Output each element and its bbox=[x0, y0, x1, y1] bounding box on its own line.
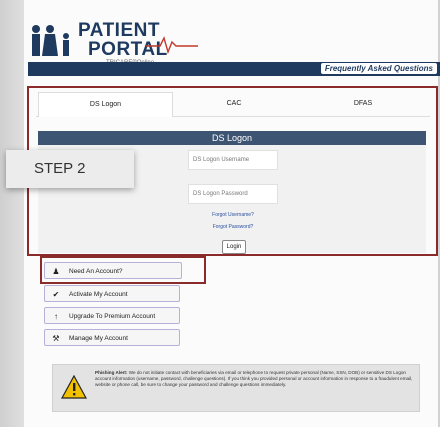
manage-account-button[interactable]: ⚒ Manage My Account bbox=[44, 329, 180, 346]
upgrade-account-button[interactable]: ↑ Upgrade To Premium Account bbox=[44, 307, 180, 324]
portal-page: PATIENT PORTAL TRICARE®Online Frequently… bbox=[6, 0, 440, 427]
step-callout: STEP 2 bbox=[6, 150, 134, 188]
header-bar: Frequently Asked Questions bbox=[28, 62, 440, 76]
phishing-alert: Phishing Alert: We do not initiate conta… bbox=[52, 364, 420, 412]
activate-account-label: Activate My Account bbox=[69, 291, 128, 298]
wrench-icon: ⚒ bbox=[52, 334, 60, 343]
heartbeat-line bbox=[146, 36, 198, 54]
phishing-alert-title: Phishing Alert: bbox=[95, 370, 128, 375]
manage-account-label: Manage My Account bbox=[69, 335, 128, 342]
warning-icon bbox=[61, 375, 87, 399]
activate-account-button[interactable]: ✔ Activate My Account bbox=[44, 285, 180, 302]
up-arrow-icon: ↑ bbox=[54, 312, 58, 321]
phishing-alert-body: We do not initiate contact with benefici… bbox=[95, 370, 413, 388]
checkmark-icon: ✔ bbox=[52, 290, 60, 299]
highlight-box-need-account bbox=[40, 256, 206, 284]
family-icon bbox=[32, 25, 69, 56]
faq-link[interactable]: Frequently Asked Questions bbox=[320, 63, 437, 74]
upgrade-account-label: Upgrade To Premium Account bbox=[69, 313, 156, 320]
phishing-alert-text: Phishing Alert: We do not initiate conta… bbox=[95, 370, 417, 389]
patient-portal-logo[interactable]: PATIENT PORTAL TRICARE®Online bbox=[28, 10, 198, 66]
